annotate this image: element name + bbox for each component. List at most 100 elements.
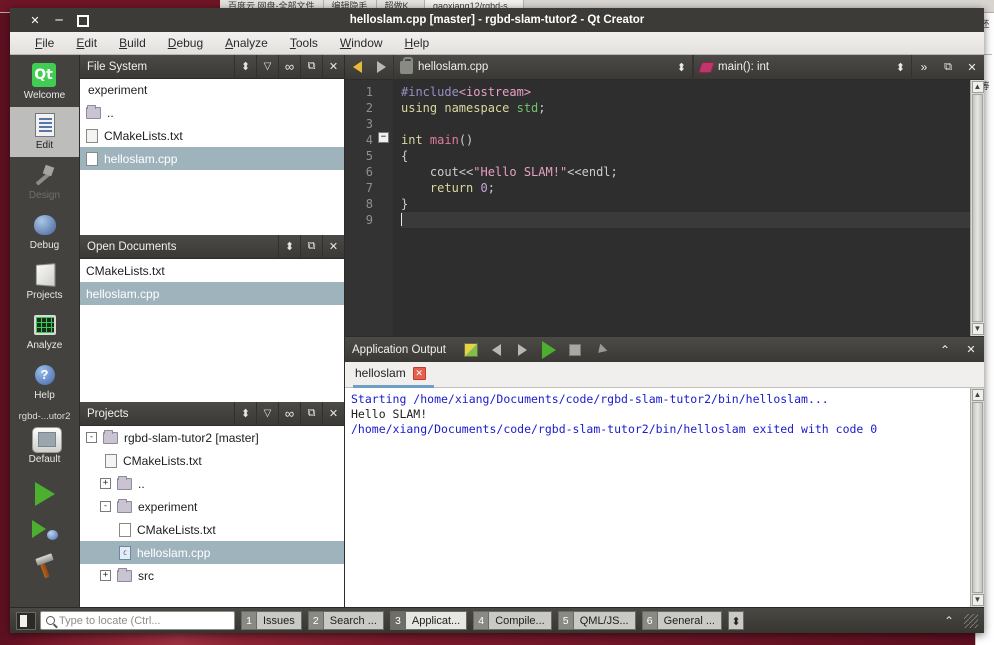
code-text[interactable]: #include<iostream> using namespace std; … [393,80,970,336]
menu-build[interactable]: Build [108,34,157,52]
arrow-forward-icon[interactable] [369,55,393,80]
expand-expander[interactable]: + [100,478,111,489]
maximize-icon[interactable] [76,13,90,27]
statusbar-tab-application-output[interactable]: 3 Applicat... [389,611,468,630]
scrollbar-thumb[interactable] [972,402,983,593]
filesystem-list: experiment .. CMakeLists.txt helloslam.c… [80,79,344,235]
table-row[interactable]: C helloslam.cpp [80,541,344,564]
synchronize-icon[interactable] [278,54,300,79]
close-icon[interactable] [322,54,344,79]
split-icon[interactable] [936,55,960,80]
mode-debug[interactable]: Debug [10,207,79,257]
chevron-down-icon[interactable] [896,61,905,74]
list-item[interactable]: CMakeLists.txt [80,124,344,147]
open-file-combobox[interactable]: helloslam.cpp [393,54,693,80]
scroll-down-arrow-icon[interactable]: ▼ [971,323,984,335]
play-with-bug-icon[interactable] [31,520,58,540]
close-icon[interactable] [322,401,344,426]
menu-tools[interactable]: Tools [279,34,329,52]
mode-edit-label: Edit [35,140,54,151]
statusbar-tab-issues[interactable]: 1 Issues [241,611,302,630]
menu-edit[interactable]: Edit [65,34,108,52]
hammer-icon[interactable] [33,553,57,579]
kit-project-name[interactable]: rgbd-...utor2 [10,407,79,424]
search-input[interactable]: Type to locate (Ctrl... [40,611,235,630]
menu-analyze[interactable]: Analyze [214,34,279,52]
kit-selector[interactable]: Default [10,424,79,468]
output-line: Starting /home/xiang/Documents/code/rgbd… [351,392,829,406]
code-token: "Hello SLAM!" [473,165,568,179]
output-vertical-scrollbar[interactable]: ▲ ▼ [970,388,984,607]
close-icon[interactable] [958,337,984,362]
table-row[interactable]: - experiment [80,495,344,518]
sidebar-toggle-icon[interactable] [16,611,36,630]
close-icon[interactable] [28,13,42,27]
next-item-icon[interactable] [510,337,536,362]
collapse-expander[interactable]: - [86,432,97,443]
filter-icon[interactable] [256,54,278,79]
split-icon[interactable] [300,234,322,259]
run-icon[interactable] [536,337,562,362]
table-row[interactable]: CMakeLists.txt [80,518,344,541]
code-fold-icon[interactable]: − [378,132,389,143]
rerun-icon[interactable] [458,337,484,362]
scroll-down-arrow-icon[interactable]: ▼ [971,594,984,606]
resize-grip-icon[interactable] [964,613,978,628]
attach-icon[interactable] [588,337,614,362]
synchronize-icon[interactable] [278,401,300,426]
tab-helloslam[interactable]: helloslam ✕ [353,362,434,388]
chevron-up-icon[interactable] [932,337,958,362]
table-row[interactable]: CMakeLists.txt [80,449,344,472]
scroll-up-arrow-icon[interactable]: ▲ [971,389,984,401]
mode-analyze[interactable]: Analyze [10,307,79,357]
statusbar-tab-qmljs[interactable]: 5 QML/JS... [557,611,636,630]
code-editor[interactable]: 1 2 3 4 5 6 7 8 9 − #include<iostream> u… [345,80,984,336]
collapse-expander[interactable]: - [100,501,111,512]
editor-vertical-scrollbar[interactable]: ▲ ▼ [970,80,984,336]
close-icon[interactable]: ✕ [412,366,426,380]
menu-debug[interactable]: Debug [157,34,214,52]
chevron-down-icon[interactable] [677,61,686,74]
play-triangle-icon[interactable] [34,482,55,506]
chevron-up-icon[interactable] [938,611,960,631]
table-row[interactable]: + .. [80,472,344,495]
split-icon[interactable] [300,401,322,426]
updown-icon[interactable] [234,401,256,426]
statusbar-tab-compile-output[interactable]: 4 Compile... [473,611,552,630]
expand-expander[interactable]: + [100,570,111,581]
list-item[interactable]: helloslam.cpp [80,282,344,305]
mode-welcome[interactable]: Qt Welcome [10,57,79,107]
list-item[interactable]: helloslam.cpp [80,147,344,170]
lock-icon[interactable] [400,56,413,74]
updown-icon[interactable] [278,234,300,259]
updown-icon[interactable] [234,54,256,79]
symbol-combobox[interactable]: main(): int [693,54,912,80]
prev-item-icon[interactable] [484,337,510,362]
scrollbar-thumb[interactable] [972,94,983,322]
mode-edit[interactable]: Edit [10,107,79,157]
table-row[interactable]: + src [80,564,344,587]
mode-help[interactable]: ? Help [10,357,79,407]
code-token: <iostream> [458,85,532,99]
split-icon[interactable] [300,54,322,79]
code-token: #include [401,85,459,99]
stop-icon[interactable] [562,337,588,362]
close-icon[interactable] [960,55,984,80]
statusbar-tab-search[interactable]: 2 Search ... [307,611,384,630]
mode-projects[interactable]: Projects [10,257,79,307]
double-chevron-icon[interactable] [912,55,936,80]
close-icon[interactable] [322,234,344,259]
filter-icon[interactable] [256,401,278,426]
menu-file[interactable]: File [24,34,65,52]
list-item[interactable]: .. [80,101,344,124]
table-row[interactable]: - rgbd-slam-tutor2 [master] [80,426,344,449]
scroll-up-arrow-icon[interactable]: ▲ [971,81,984,93]
menu-help[interactable]: Help [394,34,441,52]
statusbar-tab-general[interactable]: 6 General ... [641,611,722,630]
updown-icon[interactable] [727,611,744,630]
menu-window[interactable]: Window [329,34,394,52]
minimize-icon[interactable] [52,13,66,27]
tab-label: QML/JS... [572,611,636,630]
list-item[interactable]: CMakeLists.txt [80,259,344,282]
arrow-back-icon[interactable] [345,55,369,80]
